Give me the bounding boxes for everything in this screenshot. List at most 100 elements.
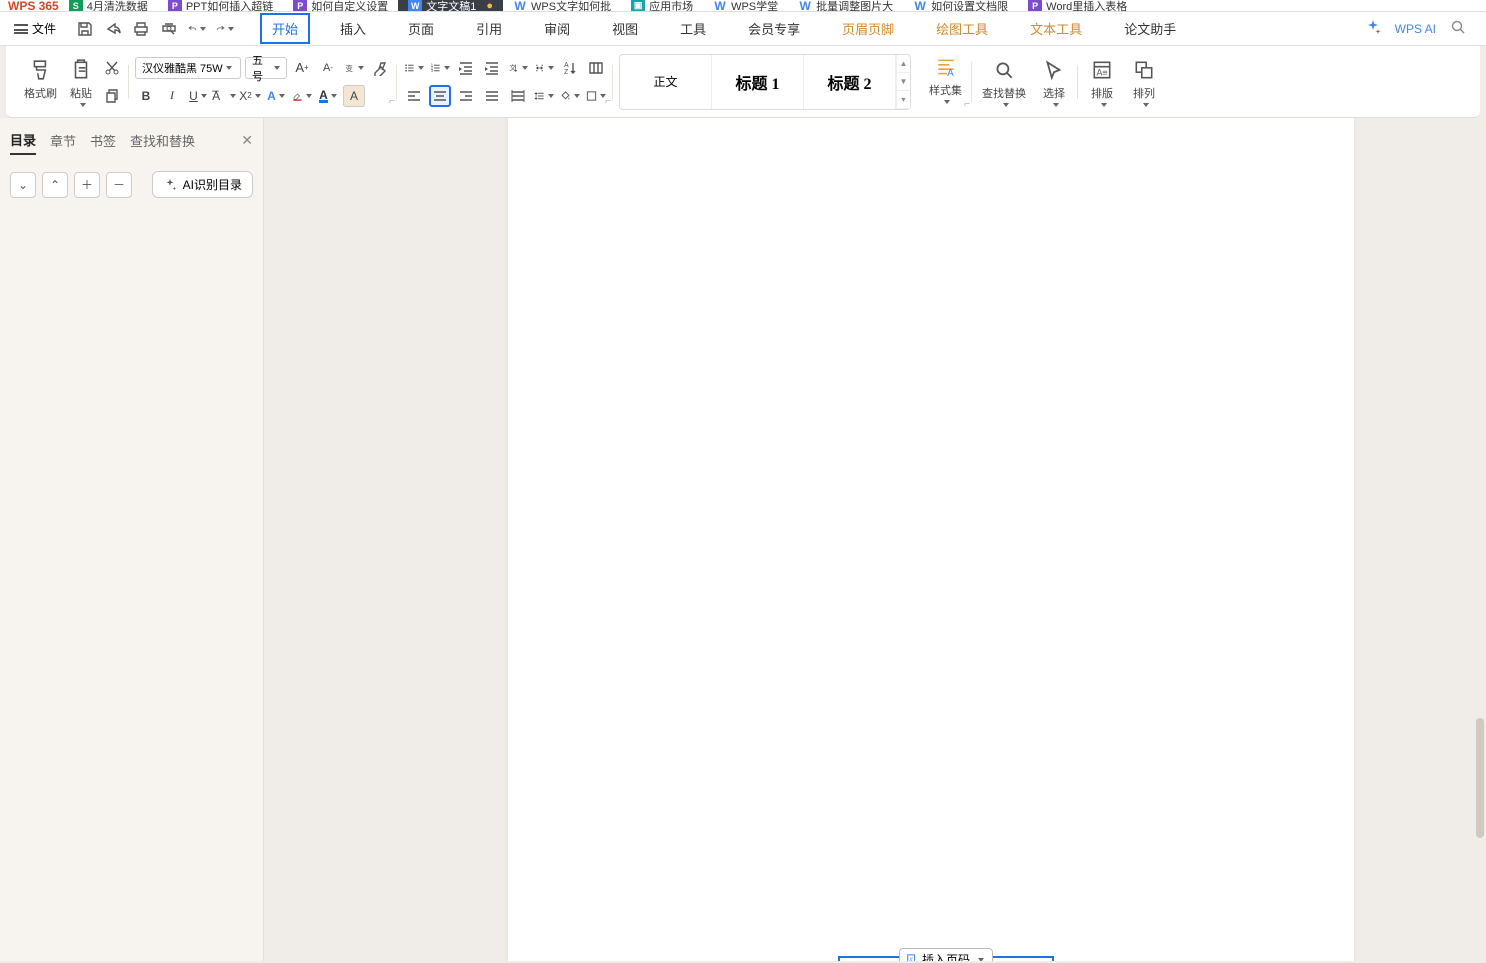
doc-tab[interactable]: PWord里插入表格 [1018,0,1137,11]
add-button[interactable]: ＋ [74,172,100,198]
print-preview-icon[interactable] [160,20,178,38]
tab-header-footer[interactable]: 页眉页脚 [830,13,906,44]
collapse-up-button[interactable]: ⌃ [42,172,68,198]
numbering-button[interactable]: 123 [429,57,451,79]
doc-tab-active[interactable]: W文字文稿1● [398,0,503,11]
menu-bar: 文件 开始 插入 页面 引用 审阅 视图 工具 会员专享 页眉页脚 绘图工具 文… [0,12,1486,46]
cut-button[interactable] [101,57,123,79]
sort-button[interactable]: AZ [559,57,581,79]
align-center-button[interactable] [429,85,451,107]
char-shading-button[interactable]: A [343,85,365,107]
tab-reference[interactable]: 引用 [464,13,514,44]
svg-text:Z: Z [564,69,569,76]
sidebar-tab-findreplace[interactable]: 查找和替换 [130,127,195,154]
style-gallery[interactable]: 正文 标题 1 标题 2 ▲▼▾ [619,54,911,110]
styles-dialog-launcher[interactable]: ⌐ [964,99,970,110]
underline-button[interactable]: U [187,85,209,107]
doc-tab[interactable]: PPPT如何插入超链 [158,0,283,11]
style-gallery-arrows[interactable]: ▲▼▾ [896,55,910,109]
tab-home[interactable]: 开始 [260,13,310,44]
char-spacing-button[interactable] [533,57,555,79]
doc-tab[interactable]: ▣应用市场 [621,0,703,11]
tab-text-tools[interactable]: 文本工具 [1018,13,1094,44]
show-marks-button[interactable] [585,57,607,79]
highlight-button[interactable] [291,85,313,107]
sidebar-close-button[interactable]: ✕ [241,132,253,149]
bold-button[interactable]: B [135,85,157,107]
change-case-button[interactable]: 变 [343,57,365,79]
layout-button[interactable]: A≡排版 [1084,57,1120,107]
expand-down-button[interactable]: ⌄ [10,172,36,198]
save-icon[interactable] [76,20,94,38]
tab-page[interactable]: 页面 [396,13,446,44]
search-icon[interactable] [1450,19,1466,38]
ppt-icon: P [168,0,182,12]
doc-tab[interactable]: W批量调整图片大 [788,0,903,11]
font-size-combo[interactable]: 五号 [245,57,287,79]
font-color-button[interactable]: A [317,85,339,107]
style-normal[interactable]: 正文 [620,55,712,109]
increase-indent-button[interactable] [481,57,503,79]
font-dialog-launcher[interactable]: ⌐ [389,96,395,107]
doc-tab[interactable]: S4月清洗数据 [59,0,158,11]
arrange-button[interactable]: 排列 [1126,57,1162,107]
wps-ai-label[interactable]: WPS AI [1395,22,1436,36]
clear-formatting-button[interactable] [369,57,391,79]
tab-paper-helper[interactable]: 论文助手 [1112,13,1188,44]
paragraph-dialog-launcher[interactable]: ⌐ [605,96,611,107]
w-icon: W [913,0,927,12]
textbox-selection[interactable]: # 插入页码 工作项目↵ [838,956,1054,961]
sidebar-tab-toc[interactable]: 目录 [10,126,36,155]
print-icon[interactable] [132,20,150,38]
sidebar-tab-chapter[interactable]: 章节 [50,127,76,154]
select-button[interactable]: 选择 [1036,57,1072,107]
format-painter-button[interactable]: 格式刷 [20,57,61,107]
tab-drawing-tools[interactable]: 绘图工具 [924,13,1000,44]
text-direction-button[interactable]: 文 [507,57,529,79]
insert-pagenum-pill[interactable]: # 插入页码 [899,948,993,961]
grow-font-button[interactable]: A+ [291,57,313,79]
strikethrough-button[interactable]: A– [213,85,235,107]
styleset-button[interactable]: A样式集 [925,54,966,110]
distributed-button[interactable] [507,85,529,107]
font-name-combo[interactable]: 汉仪雅酷黑 75W [135,57,241,79]
doc-tab[interactable]: WWPS文字如何批 [503,0,621,11]
tab-review[interactable]: 审阅 [532,13,582,44]
doc-tab[interactable]: WWPS学堂 [703,0,788,11]
ai-toc-button[interactable]: AI识别目录 [152,171,253,198]
doc-tab[interactable]: W如何设置文档限 [903,0,1018,11]
share-icon[interactable] [104,20,122,38]
tab-view[interactable]: 视图 [600,13,650,44]
style-heading1[interactable]: 标题 1 [712,55,804,109]
tab-member[interactable]: 会员专享 [736,13,812,44]
doc-tab[interactable]: P如何自定义设置 [283,0,398,11]
tab-label: 4月清洗数据 [87,0,148,12]
line-spacing-button[interactable] [533,85,555,107]
bullets-button[interactable] [403,57,425,79]
vertical-scrollbar[interactable] [1474,118,1486,961]
page[interactable] [508,118,1354,961]
tab-insert[interactable]: 插入 [328,13,378,44]
align-right-button[interactable] [455,85,477,107]
italic-button[interactable]: I [161,85,183,107]
find-replace-button[interactable]: 查找替换 [978,57,1030,107]
align-left-button[interactable] [403,85,425,107]
undo-button[interactable] [188,20,206,38]
align-justify-button[interactable] [481,85,503,107]
shrink-font-button[interactable]: A- [317,57,339,79]
decrease-indent-button[interactable] [455,57,477,79]
borders-button[interactable] [585,85,607,107]
paste-button[interactable]: 粘贴 [63,57,99,107]
tab-tools[interactable]: 工具 [668,13,718,44]
text-effects-button[interactable]: A [265,85,287,107]
redo-button[interactable] [216,20,234,38]
file-menu[interactable]: 文件 [0,20,70,37]
shading-button[interactable] [559,85,581,107]
scrollbar-thumb[interactable] [1476,718,1484,838]
style-heading2[interactable]: 标题 2 [804,55,896,109]
document-canvas[interactable]: 页脚 ↵ # 插入页码 [264,118,1486,961]
sidebar-tab-bookmark[interactable]: 书签 [90,127,116,154]
remove-button[interactable]: － [106,172,132,198]
copy-button[interactable] [101,85,123,107]
superscript-button[interactable]: X2 [239,85,261,107]
